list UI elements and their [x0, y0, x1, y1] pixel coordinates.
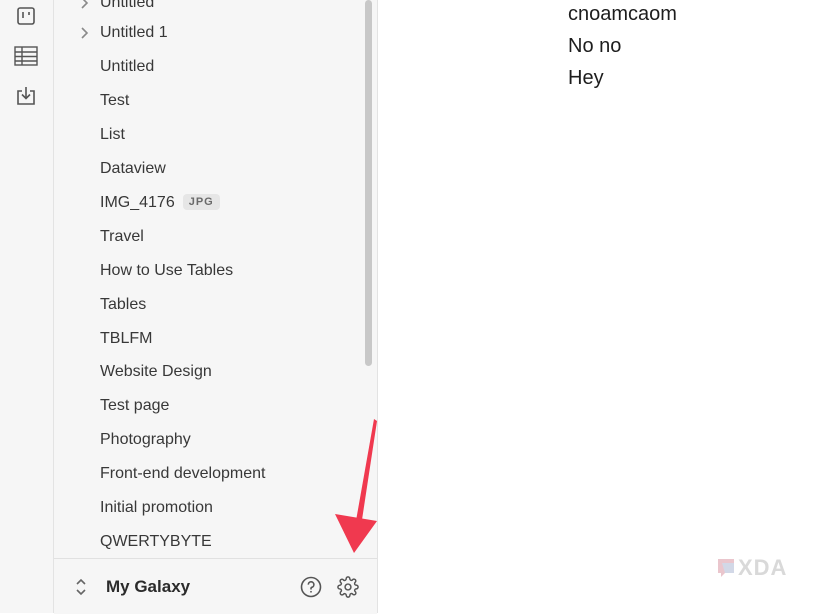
list-item[interactable]: Untitled	[54, 53, 354, 81]
list-item[interactable]: Initial promotion	[54, 494, 354, 522]
list-item[interactable]: Travel	[54, 223, 354, 251]
file-label: Untitled 1	[100, 24, 168, 41]
list-item[interactable]: Test page	[54, 392, 354, 420]
kanban-board-icon[interactable]	[13, 3, 39, 29]
sidebar-scrollbar[interactable]	[365, 0, 372, 366]
vault-switcher-icon	[76, 578, 86, 596]
list-item[interactable]: Website Design	[54, 358, 354, 386]
file-label: Untitled	[100, 0, 155, 11]
vault-bar: My Galaxy	[54, 558, 377, 614]
vault-name: My Galaxy	[106, 577, 191, 596]
editor-line[interactable]: Hey	[568, 67, 604, 90]
editor-pane[interactable]: cnoamcaom No no Hey	[378, 0, 825, 613]
settings-icon[interactable]	[336, 575, 360, 599]
editor-line[interactable]: No no	[568, 35, 621, 58]
chevron-right-icon[interactable]	[78, 25, 92, 41]
help-icon[interactable]	[299, 575, 323, 599]
import-icon[interactable]	[13, 83, 39, 109]
file-label: Website Design	[100, 363, 212, 380]
file-label: QWERTYBYTE	[100, 533, 212, 550]
table-icon[interactable]	[13, 43, 39, 69]
vault-switcher[interactable]: My Galaxy	[74, 575, 190, 599]
list-item[interactable]: QWERTYBYTE	[54, 528, 354, 556]
file-label: TBLFM	[100, 330, 153, 347]
list-item[interactable]: Photography	[54, 426, 354, 454]
file-label: List	[100, 126, 125, 143]
xda-bracket-icon	[718, 559, 734, 577]
file-name: IMG_4176	[100, 194, 175, 211]
xda-watermark-logo: XDA	[716, 555, 788, 580]
list-item[interactable]: Front-end development	[54, 460, 354, 488]
list-item[interactable]: TBLFM	[54, 325, 354, 353]
list-item[interactable]: Untitled	[54, 0, 354, 17]
editor-line[interactable]: cnoamcaom	[568, 3, 677, 26]
file-label: How to Use Tables	[100, 262, 234, 279]
file-label: Initial promotion	[100, 499, 213, 516]
file-label: Test page	[100, 397, 170, 414]
chevron-right-icon[interactable]	[78, 0, 92, 11]
file-label: Travel	[100, 228, 144, 245]
file-extension-badge: JPG	[182, 194, 220, 210]
file-label: Photography	[100, 431, 191, 448]
list-item[interactable]: How to Use Tables	[54, 257, 354, 285]
file-label: Front-end development	[100, 465, 266, 482]
list-item[interactable]: Untitled 1	[54, 19, 354, 47]
file-label: Dataview	[100, 160, 166, 177]
list-item[interactable]: IMG_4176 JPG	[54, 189, 354, 217]
file-list: Untitled Untitled 1 Untitled Test List D…	[54, 0, 360, 558]
file-explorer: Untitled Untitled 1 Untitled Test List D…	[54, 0, 378, 614]
ribbon	[0, 0, 54, 613]
list-item[interactable]: Dataview	[54, 155, 354, 183]
file-label: IMG_4176 JPG	[100, 194, 220, 212]
file-label: Untitled	[100, 58, 155, 75]
file-label: Tables	[100, 296, 147, 313]
xda-watermark-text: XDA	[738, 555, 788, 580]
file-label: Test	[100, 92, 130, 109]
list-item[interactable]: List	[54, 121, 354, 149]
list-item[interactable]: Tables	[54, 291, 354, 319]
list-item[interactable]: Test	[54, 87, 354, 115]
